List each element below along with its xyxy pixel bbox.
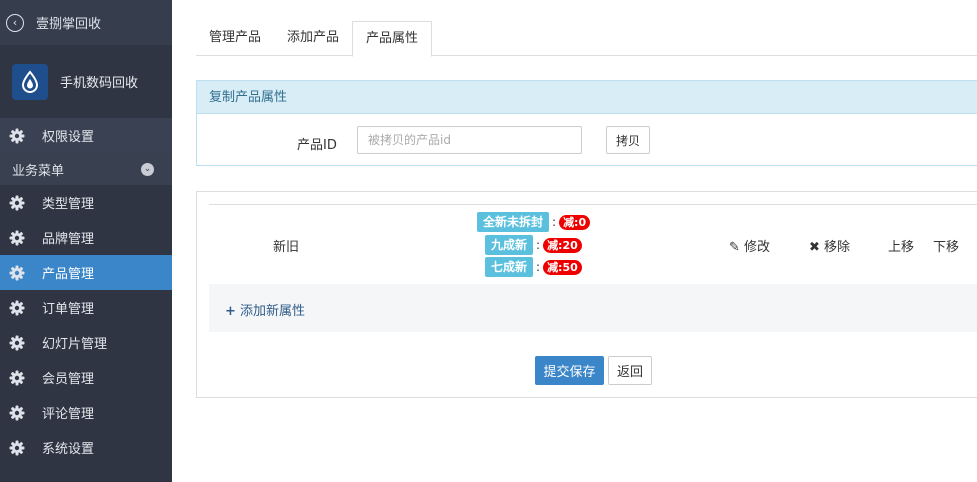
sidebar-item[interactable]: 评论管理: [0, 395, 172, 430]
add-attribute-row: + 添加新属性: [209, 284, 977, 332]
sidebar-section-business[interactable]: 业务菜单 ⌄: [0, 153, 172, 185]
sidebar-item-permission[interactable]: 权限设置: [0, 118, 172, 153]
attributes-panel: 新旧 全新未拆封 : 减:0 九成新 : 减:20 七成新 : 减:50 ✎ 修…: [196, 191, 977, 398]
main-content: 管理产品 添加产品 产品属性 复制产品属性 产品ID 拷贝 新旧 全新未拆封 :…: [172, 0, 977, 482]
copy-button[interactable]: 拷贝: [606, 126, 650, 154]
brand-name: 手机数码回收: [60, 76, 139, 91]
option-label: 七成新: [485, 257, 534, 277]
sidebar-item[interactable]: 幻灯片管理: [0, 325, 172, 360]
gear-icon: [9, 370, 25, 386]
sidebar-item[interactable]: 品牌管理: [0, 220, 172, 255]
option-item: 九成新 : 减:20: [485, 235, 582, 255]
product-id-input[interactable]: [357, 126, 582, 154]
option-item: 七成新 : 减:50: [485, 257, 582, 277]
sidebar-item-label: 权限设置: [42, 130, 95, 145]
gear-icon: [9, 335, 25, 351]
submit-save-button[interactable]: 提交保存: [535, 356, 604, 385]
gear-icon: [9, 195, 25, 211]
edit-link[interactable]: ✎ 修改: [729, 236, 770, 255]
option-colon: :: [536, 260, 541, 274]
tab-add-product[interactable]: 添加产品: [274, 21, 352, 56]
sidebar-menu: 类型管理品牌管理产品管理订单管理幻灯片管理会员管理评论管理系统设置: [0, 185, 172, 465]
product-id-label: 产品ID: [297, 138, 337, 153]
sidebar-item-label: 系统设置: [42, 442, 95, 457]
move-up-link[interactable]: 上移: [888, 236, 914, 255]
tab-product-attributes[interactable]: 产品属性: [352, 21, 433, 57]
sidebar-item-label: 品牌管理: [42, 232, 95, 247]
gear-icon: [9, 440, 25, 456]
plus-icon: +: [225, 304, 236, 319]
section-title: 业务菜单: [12, 163, 65, 179]
sidebar-header[interactable]: ‹ 壹捌掌回收: [0, 0, 172, 45]
tab-bar: 管理产品 添加产品 产品属性: [196, 21, 977, 57]
move-down-link[interactable]: 下移: [933, 236, 959, 255]
brand-logo-icon: [12, 63, 48, 100]
sidebar-item-label: 幻灯片管理: [42, 337, 108, 352]
gear-icon: [9, 128, 25, 144]
sidebar-item-label: 订单管理: [42, 302, 95, 317]
gear-icon: [9, 230, 25, 246]
sidebar-item[interactable]: 订单管理: [0, 290, 172, 325]
sidebar-item[interactable]: 会员管理: [0, 360, 172, 395]
gear-icon: [9, 265, 25, 281]
sidebar-item[interactable]: 系统设置: [0, 430, 172, 465]
option-label: 九成新: [485, 235, 534, 255]
option-discount: 减:0: [559, 214, 591, 230]
option-label: 全新未拆封: [477, 212, 550, 232]
option-colon: :: [536, 238, 541, 252]
option-item: 全新未拆封 : 减:0: [477, 212, 591, 232]
tab-manage-products[interactable]: 管理产品: [196, 21, 274, 56]
sidebar: ‹ 壹捌掌回收 手机数码回收 权限设置 业务菜单 ⌄ 类型管理品牌管理产品管理订…: [0, 0, 172, 482]
sidebar-item-label: 评论管理: [42, 407, 95, 422]
chevron-down-icon[interactable]: ⌄: [141, 162, 154, 176]
edit-icon: ✎: [729, 240, 740, 255]
back-button[interactable]: 返回: [608, 356, 652, 385]
option-discount: 减:50: [543, 259, 582, 275]
attribute-row: 新旧 全新未拆封 : 减:0 九成新 : 减:20 七成新 : 减:50 ✎ 修…: [209, 204, 977, 284]
gear-icon: [9, 300, 25, 316]
sidebar-item[interactable]: 产品管理: [0, 255, 172, 290]
add-attribute-label: 添加新属性: [240, 304, 306, 319]
sidebar-item[interactable]: 类型管理: [0, 185, 172, 220]
edit-label: 修改: [744, 240, 771, 255]
sidebar-item-label: 类型管理: [42, 197, 95, 212]
panel-title: 复制产品属性: [197, 81, 977, 114]
close-icon: ✖: [809, 240, 820, 255]
site-title: 壹捌掌回收: [36, 17, 102, 32]
gear-icon: [9, 405, 25, 421]
remove-label: 移除: [824, 240, 851, 255]
option-colon: :: [552, 215, 557, 229]
brand: 手机数码回收: [0, 45, 172, 118]
back-icon[interactable]: ‹: [6, 13, 24, 32]
add-attribute-link[interactable]: + 添加新属性: [225, 300, 305, 319]
sidebar-item-label: 会员管理: [42, 372, 95, 387]
sidebar-item-label: 产品管理: [42, 267, 95, 282]
copy-attributes-panel: 复制产品属性 产品ID 拷贝: [196, 80, 977, 166]
attribute-name: 新旧: [273, 240, 300, 255]
option-discount: 减:20: [543, 237, 582, 253]
remove-link[interactable]: ✖ 移除: [809, 236, 850, 255]
